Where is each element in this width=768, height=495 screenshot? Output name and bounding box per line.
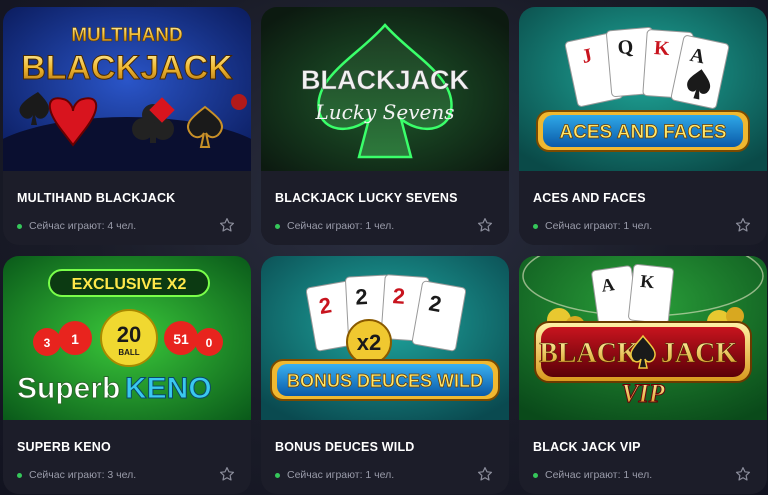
favorite-button[interactable] — [475, 215, 495, 235]
logo-keno: KENO — [125, 372, 212, 405]
players-count: Сейчас играют: 1 чел. — [545, 220, 653, 232]
game-title[interactable]: ACES AND FACES — [533, 191, 646, 205]
players-status: Сейчас играют: 3 чел. — [17, 469, 136, 481]
art-line2: BLACKJACK — [21, 49, 233, 87]
game-info: BLACKJACK LUCKY SEVENS Сейчас играют: 1 … — [261, 171, 509, 245]
game-card-bonus-deuces-wild[interactable]: 2 2 2 2 x2 BONUS DEUCES WILD BONUS DEUCE… — [261, 256, 509, 494]
players-status: Сейчас играют: 1 чел. — [275, 469, 394, 481]
art-line1: EXCLUSIVE X2 — [72, 276, 187, 293]
game-artwork: EXCLUSIVE X2 3 1 51 0 20 BALL Superb KEN… — [3, 256, 251, 420]
players-count: Сейчас играют: 3 чел. — [29, 469, 137, 481]
game-info: SUPERB KENO Сейчас играют: 3 чел. — [3, 420, 251, 494]
game-card-multihand-blackjack[interactable]: MULTIHAND BLACKJACK MULTIHAND BLACKJACK … — [3, 7, 251, 245]
card-label: 2 — [355, 284, 369, 310]
art-line3: VIP — [621, 379, 665, 408]
online-dot-icon — [275, 223, 280, 229]
game-thumbnail[interactable]: A K BLACK JACK VIP — [519, 256, 767, 420]
game-thumbnail[interactable]: BLACKJACK Lucky Sevens — [261, 7, 509, 171]
game-thumbnail[interactable]: MULTIHAND BLACKJACK — [3, 7, 251, 171]
star-outline-icon — [477, 467, 493, 481]
card-label: Q — [617, 36, 634, 59]
card-label: A — [600, 274, 616, 296]
games-grid: MULTIHAND BLACKJACK MULTIHAND BLACKJACK … — [0, 0, 768, 495]
card-label: 2 — [392, 283, 406, 309]
players-status: Сейчас играют: 1 чел. — [533, 220, 652, 232]
game-artwork: A K BLACK JACK VIP — [519, 256, 767, 420]
game-thumbnail[interactable]: J Q K A ACES AND FACES — [519, 7, 767, 171]
game-title[interactable]: MULTIHAND BLACKJACK — [17, 191, 175, 205]
game-title[interactable]: SUPERB KENO — [17, 440, 111, 454]
favorite-button[interactable] — [733, 464, 753, 484]
online-dot-icon — [533, 223, 538, 229]
game-title[interactable]: BLACKJACK LUCKY SEVENS — [275, 191, 458, 205]
art-line1: BLACK — [539, 338, 639, 369]
players-count: Сейчас играют: 1 чел. — [287, 220, 395, 232]
game-artwork: MULTIHAND BLACKJACK — [3, 7, 251, 171]
multiplier-badge: x2 — [357, 330, 381, 355]
star-outline-icon — [219, 218, 235, 232]
ball-number: 51 — [173, 331, 189, 347]
game-card-blackjack-lucky-sevens[interactable]: BLACKJACK Lucky Sevens BLACKJACK LUCKY S… — [261, 7, 509, 245]
art-line2: Lucky Sevens — [315, 100, 455, 124]
game-artwork: 2 2 2 2 x2 BONUS DEUCES WILD — [261, 256, 509, 420]
game-info: BLACK JACK VIP Сейчас играют: 1 чел. — [519, 420, 767, 494]
players-count: Сейчас играют: 1 чел. — [545, 469, 653, 481]
ball-number: 0 — [206, 336, 213, 350]
game-card-black-jack-vip[interactable]: A K BLACK JACK VIP BLACK JACK VIP Сейчас… — [519, 256, 767, 494]
online-dot-icon — [275, 472, 280, 478]
favorite-button[interactable] — [733, 215, 753, 235]
online-dot-icon — [17, 223, 22, 229]
game-info: ACES AND FACES Сейчас играют: 1 чел. — [519, 171, 767, 245]
star-outline-icon — [735, 218, 751, 232]
online-dot-icon — [533, 472, 538, 478]
ball-number: 3 — [44, 336, 51, 350]
logo-superb: Superb — [17, 372, 120, 405]
players-count: Сейчас играют: 4 чел. — [29, 220, 137, 232]
favorite-button[interactable] — [217, 215, 237, 235]
art-line1: BLACKJACK — [301, 65, 470, 95]
game-title[interactable]: BLACK JACK VIP — [533, 440, 641, 454]
star-outline-icon — [735, 467, 751, 481]
players-status: Сейчас играют: 4 чел. — [17, 220, 136, 232]
game-card-superb-keno[interactable]: EXCLUSIVE X2 3 1 51 0 20 BALL Superb KEN… — [3, 256, 251, 494]
game-thumbnail[interactable]: 2 2 2 2 x2 BONUS DEUCES WILD — [261, 256, 509, 420]
game-info: MULTIHAND BLACKJACK Сейчас играют: 4 чел… — [3, 171, 251, 245]
art-line1: MULTIHAND — [71, 25, 183, 46]
star-outline-icon — [477, 218, 493, 232]
game-thumbnail[interactable]: EXCLUSIVE X2 3 1 51 0 20 BALL Superb KEN… — [3, 256, 251, 420]
ball-sub: BALL — [118, 348, 139, 357]
players-count: Сейчас играют: 1 чел. — [287, 469, 395, 481]
game-artwork: J Q K A ACES AND FACES — [519, 7, 767, 171]
game-title[interactable]: BONUS DEUCES WILD — [275, 440, 415, 454]
game-card-aces-and-faces[interactable]: J Q K A ACES AND FACES ACES AND FACES Се… — [519, 7, 767, 245]
art-line2: JACK — [661, 338, 737, 369]
card-label: K — [639, 271, 655, 292]
game-artwork: BLACKJACK Lucky Sevens — [261, 7, 509, 171]
favorite-button[interactable] — [475, 464, 495, 484]
online-dot-icon — [17, 472, 22, 478]
card-label: K — [653, 37, 670, 60]
players-status: Сейчас играют: 1 чел. — [275, 220, 394, 232]
art-line1: ACES AND FACES — [559, 122, 726, 143]
game-info: BONUS DEUCES WILD Сейчас играют: 1 чел. — [261, 420, 509, 494]
ball-number: 20 — [117, 322, 141, 347]
favorite-button[interactable] — [217, 464, 237, 484]
ball-number: 1 — [71, 331, 79, 347]
star-outline-icon — [219, 467, 235, 481]
players-status: Сейчас играют: 1 чел. — [533, 469, 652, 481]
art-line1: BONUS DEUCES WILD — [287, 371, 483, 391]
